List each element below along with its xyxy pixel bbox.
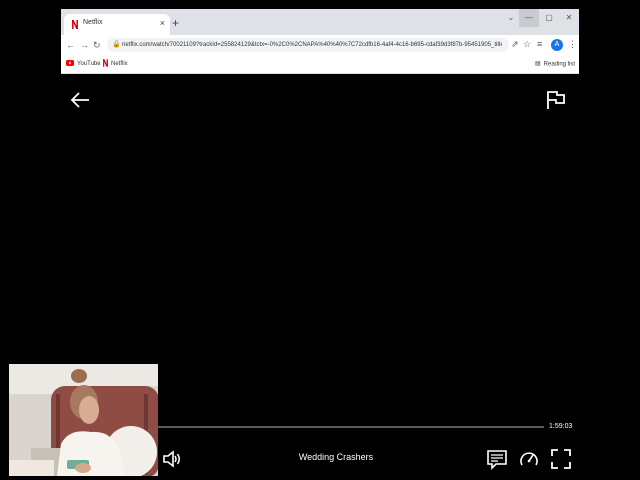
- browser-toolbar: ← → ↻ 🔒 netflix.com/watch/70021109?track…: [61, 35, 579, 55]
- movie-title: Wedding Crashers: [298, 452, 374, 462]
- maximize-button[interactable]: ▢: [539, 9, 559, 27]
- avatar[interactable]: A: [551, 39, 563, 51]
- netflix-icon: [103, 59, 108, 68]
- youtube-icon: [66, 60, 74, 67]
- bookmarks-bar: YouTube Netflix ▤ Reading list: [61, 55, 579, 74]
- subtitles-icon[interactable]: [486, 448, 508, 470]
- back-icon[interactable]: ←: [66, 39, 75, 51]
- address-bar[interactable]: 🔒 netflix.com/watch/70021109?trackId=255…: [107, 38, 509, 52]
- playback-speed-icon[interactable]: [518, 448, 540, 470]
- time-remaining: 1:59:03: [549, 423, 573, 430]
- bookmark-label: Netflix: [111, 61, 128, 67]
- bookmark-star-icon[interactable]: ☆: [523, 38, 531, 50]
- reload-icon[interactable]: ↻: [93, 39, 101, 51]
- fullscreen-icon[interactable]: [550, 448, 572, 470]
- share-icon[interactable]: ⇗: [511, 38, 519, 50]
- menu-icon[interactable]: ⋮: [568, 38, 577, 50]
- tab-title: Netflix: [83, 19, 103, 26]
- tab-close-button[interactable]: ×: [160, 18, 165, 28]
- browser-window: Netflix × + ⌄ — ▢ ✕ ← → ↻ 🔒 netflix.com/…: [61, 9, 579, 74]
- webcam-overlay: [9, 364, 158, 476]
- reading-list-icon: ▤: [535, 61, 541, 67]
- tab-search-button[interactable]: ⌄: [501, 9, 521, 27]
- close-window-button[interactable]: ✕: [559, 9, 579, 27]
- media-control-icon[interactable]: ≡: [537, 38, 542, 50]
- report-flag-icon[interactable]: [545, 89, 567, 111]
- bookmark-label: YouTube: [77, 61, 101, 67]
- new-tab-button[interactable]: +: [172, 17, 179, 29]
- back-arrow-icon[interactable]: [68, 88, 92, 112]
- webcam-image: [9, 364, 158, 476]
- tab-netflix[interactable]: Netflix ×: [64, 14, 170, 35]
- bookmark-youtube[interactable]: YouTube: [66, 59, 101, 69]
- tab-strip: Netflix × + ⌄ — ▢ ✕: [61, 9, 579, 35]
- reading-list-button[interactable]: ▤ Reading list: [535, 59, 575, 70]
- volume-icon[interactable]: [161, 448, 183, 470]
- forward-icon[interactable]: →: [80, 39, 89, 51]
- lock-icon: 🔒: [112, 41, 121, 48]
- progress-bar[interactable]: [158, 426, 544, 428]
- url-text[interactable]: netflix.com/watch/70021109?trackId=25582…: [122, 41, 502, 49]
- netflix-icon: [72, 20, 78, 29]
- bookmark-netflix[interactable]: Netflix: [103, 59, 128, 69]
- minimize-button[interactable]: —: [519, 9, 539, 27]
- reading-list-label: Reading list: [543, 61, 576, 68]
